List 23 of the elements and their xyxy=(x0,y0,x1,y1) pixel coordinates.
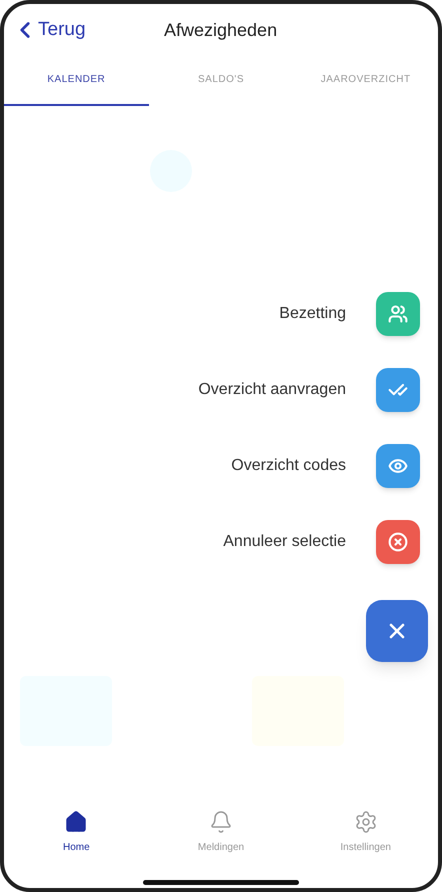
action-label: Overzicht codes xyxy=(231,456,346,476)
tab[interactable]: SALDO'S xyxy=(148,54,294,106)
nav-tab[interactable]: Meldingen xyxy=(148,810,294,872)
people-icon xyxy=(388,304,408,324)
action-button[interactable] xyxy=(376,368,420,412)
settings-icon xyxy=(354,810,378,834)
nav-tab[interactable]: Home xyxy=(4,810,149,872)
action-label: Overzicht aanvragen xyxy=(198,380,346,400)
screen-title: Afwezigheden xyxy=(164,18,278,42)
tab[interactable]: JAAROVERZICHT xyxy=(293,54,438,106)
bell-icon xyxy=(209,810,233,834)
cancel-icon xyxy=(388,532,408,552)
action-label: Annuleer selectie xyxy=(223,532,346,552)
back-button[interactable]: Terug xyxy=(12,16,86,44)
eye-icon xyxy=(388,456,408,476)
close-fab[interactable] xyxy=(366,600,428,662)
nav-tab[interactable]: Instellingen xyxy=(293,810,438,872)
action-button[interactable] xyxy=(376,292,420,336)
action-label: Bezetting xyxy=(279,304,346,324)
action-button[interactable] xyxy=(376,520,420,564)
tab[interactable]: KALENDER xyxy=(4,54,149,106)
action-button[interactable] xyxy=(376,444,420,488)
home-icon xyxy=(64,810,88,834)
